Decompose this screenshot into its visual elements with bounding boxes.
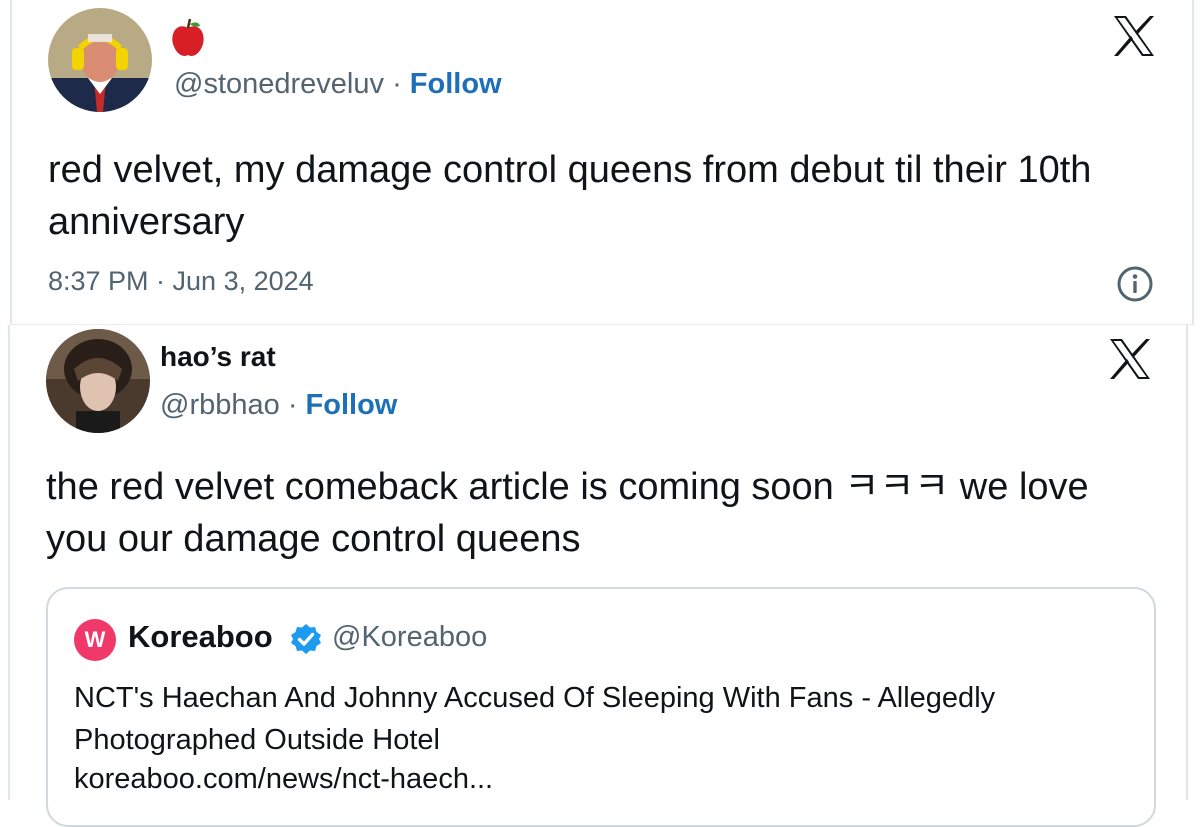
tweet-card-1: @stonedreveluv · Follow red velvet, my d… [10,0,1194,325]
koreaboo-avatar[interactable]: W [74,619,116,661]
tweet-text: the red velvet comeback article is comin… [46,466,1089,560]
separator: · [392,68,402,100]
verified-badge-icon [291,624,321,654]
follow-button[interactable]: Follow [410,68,502,100]
separator: · [287,389,298,421]
timestamp[interactable]: 8:37 PM · Jun 3, 2024 [48,266,314,297]
quoted-tweet-card[interactable]: W Koreaboo @Koreaboo NCT's Haechan And J… [46,587,1156,827]
handle-row: @stonedreveluv · Follow [174,68,502,101]
x-logo-icon[interactable] [1110,12,1158,60]
handle[interactable]: @stonedreveluv [174,68,384,100]
apple-emoji-icon [172,18,204,56]
quoted-text: NCT's Haechan And Johnny Accused Of Slee… [74,682,996,756]
x-logo-icon[interactable] [1106,335,1154,383]
tweet-card-2: hao’s rat @rbbhao · Follow the red velve… [8,325,1188,827]
handle[interactable]: @rbbhao [160,389,280,421]
quoted-link[interactable]: koreaboo.com/news/nct-haech... [74,763,493,796]
display-name-emoji [170,18,206,67]
avatar[interactable] [46,329,150,433]
tweet-text: red velvet, my damage control queens fro… [48,149,1092,243]
quoted-handle[interactable]: @Koreaboo [332,621,487,654]
display-name[interactable]: hao’s rat [160,341,276,373]
quoted-display-name[interactable]: Koreaboo [128,619,273,655]
info-icon[interactable] [1116,265,1154,303]
avatar[interactable] [48,8,152,112]
handle-row: @rbbhao · Follow [160,389,397,422]
follow-button[interactable]: Follow [306,389,398,421]
